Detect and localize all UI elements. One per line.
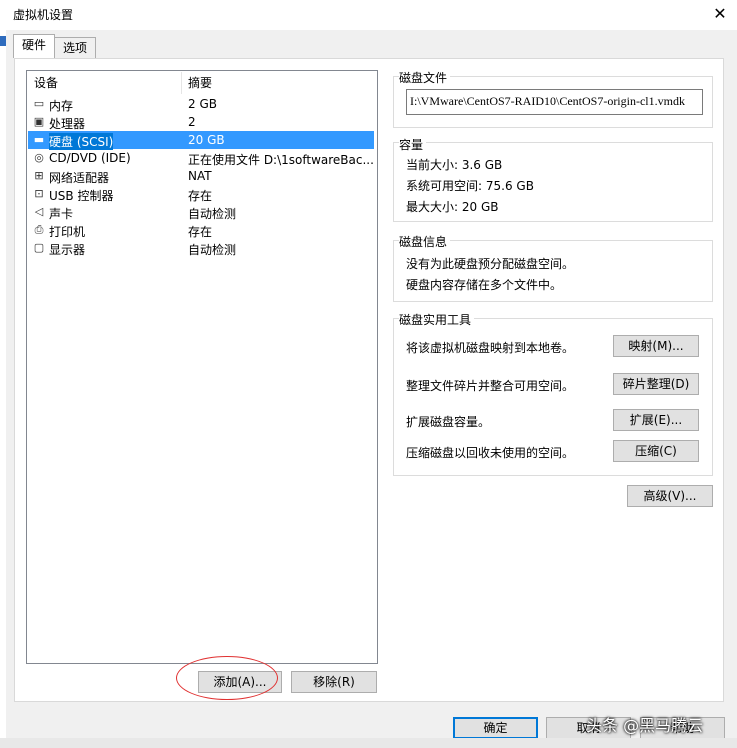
device-row-usb-controller[interactable]: ⊡ USB 控制器 存在 xyxy=(28,185,374,203)
device-summary: 2 xyxy=(188,115,196,129)
window-title: 虚拟机设置 xyxy=(13,8,74,22)
bottom-strip xyxy=(0,738,737,748)
device-name: 内存 xyxy=(49,99,74,113)
device-summary: 自动检测 xyxy=(188,243,237,257)
device-summary: 存在 xyxy=(188,225,213,239)
printer-icon: ⎙ xyxy=(34,223,44,236)
device-row-hard-disk[interactable]: ▬ 硬盘 (SCSI) 20 GB xyxy=(28,131,374,150)
device-summary: 20 GB xyxy=(188,133,225,147)
compact-description: 压缩磁盘以回收未使用的空间。 xyxy=(406,446,575,460)
column-divider[interactable] xyxy=(181,72,182,94)
device-row-memory[interactable]: ▭ 内存 2 GB xyxy=(28,95,374,113)
tab-hardware[interactable]: 硬件 xyxy=(13,34,55,58)
window-edge-accent xyxy=(0,36,6,46)
memory-icon: ▭ xyxy=(33,97,45,110)
compact-button[interactable]: 压缩(C) xyxy=(613,440,699,462)
device-summary: 正在使用文件 D:\1softwareBac... xyxy=(188,153,374,167)
ok-button[interactable]: 确定 xyxy=(453,717,538,739)
expand-button[interactable]: 扩展(E)... xyxy=(613,409,699,431)
usb-icon: ⊡ xyxy=(34,187,44,200)
title-bar xyxy=(0,0,737,30)
defragment-button[interactable]: 碎片整理(D) xyxy=(613,373,699,395)
speaker-icon: ◁ xyxy=(34,205,44,218)
max-size-text: 最大大小: 20 GB xyxy=(406,200,499,214)
device-name: CD/DVD (IDE) xyxy=(49,151,131,165)
expand-description: 扩展磁盘容量。 xyxy=(406,415,491,429)
advanced-button[interactable]: 高级(V)... xyxy=(627,485,713,507)
device-name: 打印机 xyxy=(49,225,86,239)
monitor-icon: ▢ xyxy=(33,241,45,254)
device-summary: 存在 xyxy=(188,189,213,203)
disk-file-path-field[interactable]: I:\VMware\CentOS7-RAID10\CentOS7-origin-… xyxy=(406,89,703,115)
device-row-processor[interactable]: ▣ 处理器 2 xyxy=(28,113,374,131)
processor-icon: ▣ xyxy=(33,115,45,128)
disk-info-line1: 没有为此硬盘预分配磁盘空间。 xyxy=(406,257,575,271)
current-size-text: 当前大小: 3.6 GB xyxy=(406,158,503,172)
device-summary: 2 GB xyxy=(188,97,217,111)
capacity-title: 容量 xyxy=(399,136,427,153)
highlight-annotation xyxy=(176,656,278,700)
network-icon: ⊞ xyxy=(34,169,44,182)
remove-button[interactable]: 移除(R) xyxy=(291,671,377,693)
device-row-display[interactable]: ▢ 显示器 自动检测 xyxy=(28,239,374,257)
defrag-description: 整理文件碎片并整合可用空间。 xyxy=(406,379,575,393)
tab-options[interactable]: 选项 xyxy=(54,37,96,58)
cd-dvd-icon: ◎ xyxy=(34,151,44,164)
device-name: USB 控制器 xyxy=(49,189,114,203)
column-header-device[interactable]: 设备 xyxy=(34,74,58,91)
device-row-cd-dvd[interactable]: ◎ CD/DVD (IDE) 正在使用文件 D:\1softwareBac... xyxy=(28,149,374,167)
device-name: 网络适配器 xyxy=(49,171,110,185)
device-row-network-adapter[interactable]: ⊞ 网络适配器 NAT xyxy=(28,167,374,185)
device-name: 硬盘 (SCSI) xyxy=(49,133,114,150)
device-summary: 自动检测 xyxy=(188,207,237,221)
hard-disk-icon: ▬ xyxy=(33,133,45,146)
map-description: 将该虚拟机磁盘映射到本地卷。 xyxy=(406,341,575,355)
disk-info-line2: 硬盘内容存储在多个文件中。 xyxy=(406,278,563,292)
watermark: 头条 @黑马腾云 xyxy=(586,716,704,735)
device-name: 声卡 xyxy=(49,207,74,221)
device-row-printer[interactable]: ⎙ 打印机 存在 xyxy=(28,221,374,239)
close-icon[interactable]: ✕ xyxy=(708,2,732,26)
device-name: 显示器 xyxy=(49,243,86,257)
disk-info-title: 磁盘信息 xyxy=(399,233,451,250)
disk-utilities-title: 磁盘实用工具 xyxy=(399,311,475,328)
system-free-text: 系统可用空间: 75.6 GB xyxy=(406,179,534,193)
map-button[interactable]: 映射(M)... xyxy=(613,335,699,357)
device-name: 处理器 xyxy=(49,117,86,131)
device-summary: NAT xyxy=(188,169,212,183)
device-row-sound-card[interactable]: ◁ 声卡 自动检测 xyxy=(28,203,374,221)
column-header-summary[interactable]: 摘要 xyxy=(188,74,212,91)
disk-file-title: 磁盘文件 xyxy=(399,69,451,86)
